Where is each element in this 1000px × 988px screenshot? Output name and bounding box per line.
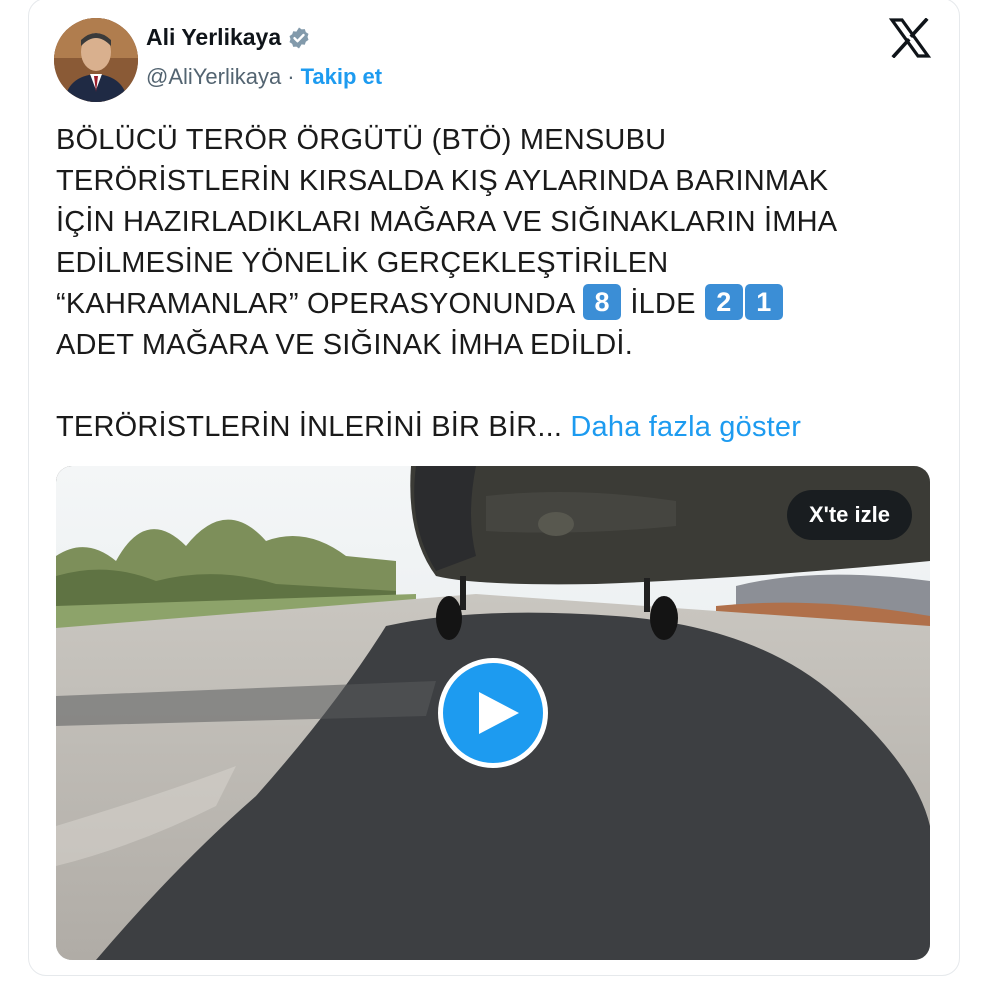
author-handle[interactable]: @AliYerlikaya xyxy=(146,64,281,90)
verified-badge-icon xyxy=(289,27,309,48)
tweet-line: ADET MAĞARA VE SIĞINAK İMHA EDİLDİ. xyxy=(56,329,633,361)
watch-on-x-button[interactable]: X'te izle xyxy=(786,490,912,540)
tweet-line: EDİLMESİNE YÖNELİK GERÇEKLEŞTİRİLEN xyxy=(56,247,669,279)
tweet-line: BÖLÜCÜ TERÖR ÖRGÜTÜ (BTÖ) MENSUBU xyxy=(56,124,667,156)
keycap-digit: 8 xyxy=(583,284,622,321)
author-name-row[interactable]: Ali Yerlikaya xyxy=(146,24,311,51)
tweet-truncated-text: TERÖRİSTLERİN İNLERİNİ BİR BİR... xyxy=(56,411,563,443)
tweet-line-keycaps: “KAHRAMANLAR” OPERASYONUNDA 8 İLDE 21 xyxy=(56,284,936,325)
follow-button[interactable]: Takip et xyxy=(301,64,383,90)
play-icon xyxy=(479,692,519,734)
tweet-line-middle: İLDE xyxy=(622,288,704,320)
keycap-digit: 1 xyxy=(744,284,783,321)
tweet-line: TERÖRİSTLERİN KIRSALDA KIŞ AYLARINDA BAR… xyxy=(56,165,829,197)
separator-dot: · xyxy=(287,64,295,89)
video-player[interactable]: X'te izle xyxy=(56,466,930,960)
keycap-digit: 2 xyxy=(704,284,743,321)
show-more-link[interactable]: Daha fazla göster xyxy=(570,411,801,443)
author-name[interactable]: Ali Yerlikaya xyxy=(146,24,281,51)
tweet-line-prefix: “KAHRAMANLAR” OPERASYONUNDA xyxy=(56,288,583,320)
tweet-line-truncated: TERÖRİSTLERİN İNLERİNİ BİR BİR... Daha f… xyxy=(56,407,936,448)
avatar[interactable] xyxy=(54,18,138,102)
play-button[interactable] xyxy=(438,658,548,768)
author-handle-row: @AliYerlikaya · Takip et xyxy=(146,64,382,90)
x-logo-icon[interactable] xyxy=(888,18,932,58)
tweet-line: İÇİN HAZIRLADIKLARI MAĞARA VE SIĞINAKLAR… xyxy=(56,206,838,238)
tweet-text: BÖLÜCÜ TERÖR ÖRGÜTÜ (BTÖ) MENSUBU TERÖRİ… xyxy=(56,120,936,448)
avatar-image xyxy=(54,18,138,102)
